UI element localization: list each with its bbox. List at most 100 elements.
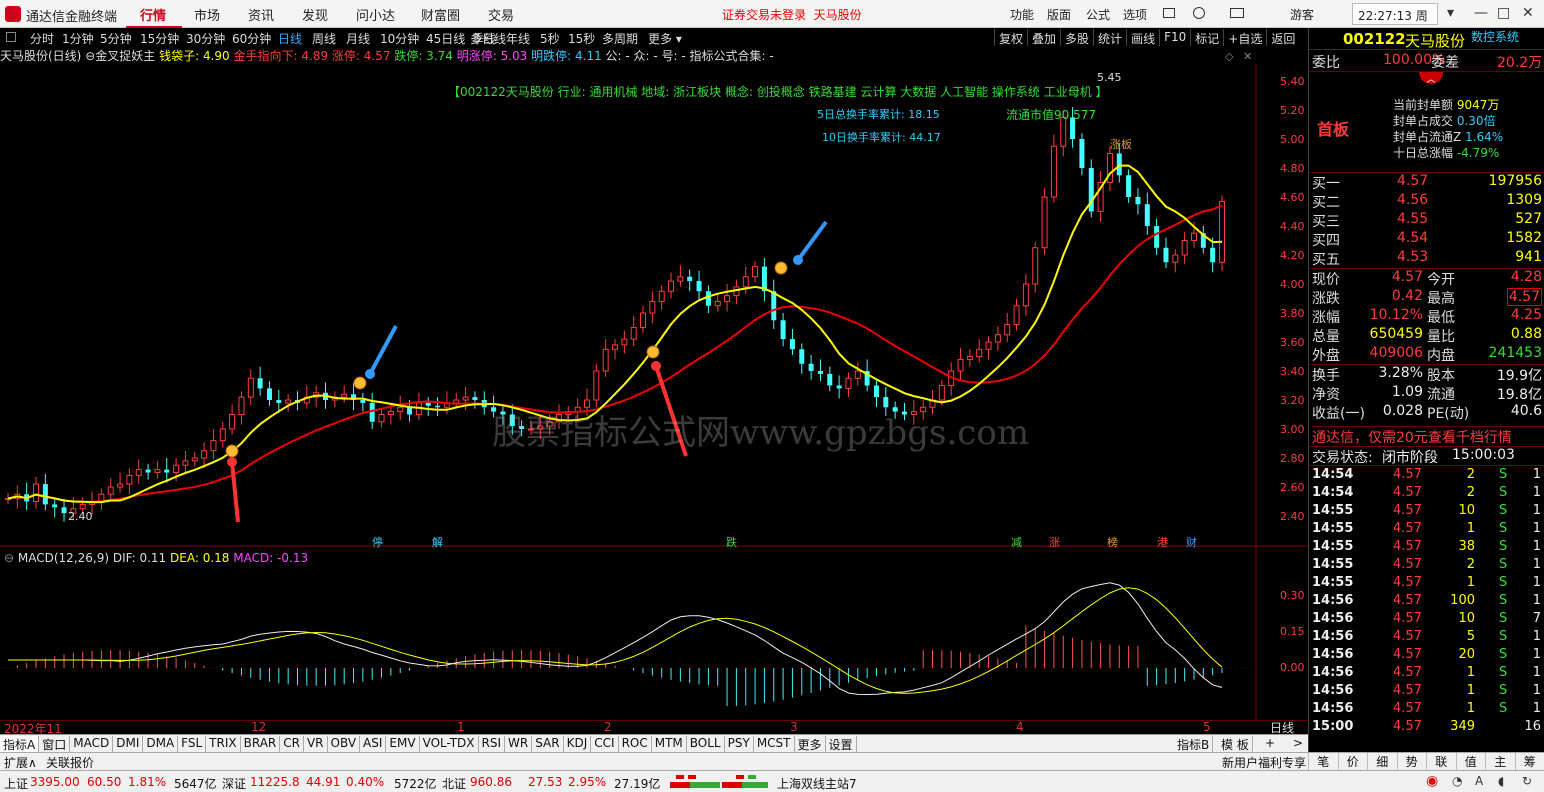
period-15min[interactable]: 15分钟 — [140, 30, 179, 47]
macd-settings-icon[interactable]: ⊖ — [4, 551, 14, 565]
tool-tongji[interactable]: 统计 — [1093, 29, 1126, 46]
promo-link[interactable]: 新用户福利专享 — [1222, 754, 1306, 771]
itab-next[interactable]: > — [1290, 736, 1306, 752]
sync-icon[interactable]: ↻ — [1522, 774, 1532, 788]
event-marker-bang[interactable]: 榜 — [1107, 534, 1118, 550]
menu-xuanxiang[interactable]: 选项 — [1123, 6, 1147, 23]
itab-wr[interactable]: WR — [505, 736, 533, 752]
event-marker-die[interactable]: 跌 — [726, 534, 737, 550]
panel-tab-jia[interactable]: 价 — [1337, 753, 1368, 771]
period-more[interactable]: 更多 — [648, 32, 672, 46]
period-more-chevron-icon[interactable]: ▾ — [676, 32, 682, 46]
event-marker-jie[interactable]: 解 — [432, 534, 443, 550]
period-30min[interactable]: 30分钟 — [186, 30, 225, 47]
tick-list[interactable]: 14:54 4.57 2 S 1 14:54 4.57 2 S 1 14:55 4.57 10 S 1 14:… — [1309, 467, 1544, 737]
event-marker-zhang[interactable]: 涨 — [1049, 534, 1060, 550]
itab-roc[interactable]: ROC — [619, 736, 652, 752]
period-45day[interactable]: 45日线 — [426, 30, 465, 47]
itab-dmi[interactable]: DMI — [113, 736, 144, 752]
menu-icon[interactable] — [1163, 8, 1175, 18]
itab-fsl[interactable]: FSL — [178, 736, 207, 752]
volume-icon[interactable]: ◖ — [1498, 774, 1504, 788]
itab-cr[interactable]: CR — [280, 736, 304, 752]
period-year[interactable]: 年线 — [506, 30, 540, 47]
period-1min[interactable]: 1分钟 — [62, 30, 94, 47]
itab-more[interactable]: 更多 — [795, 736, 826, 752]
event-marker-cai[interactable]: 财 — [1186, 534, 1197, 550]
tab-caifuquan[interactable]: 财富圈 — [421, 5, 460, 24]
tab-jiaoyi[interactable]: 交易 — [488, 5, 514, 24]
panel-tab-zhi[interactable]: 值 — [1455, 753, 1486, 771]
sz-label[interactable]: 深证 — [222, 775, 246, 792]
tab-hangqing[interactable]: 行情 — [140, 5, 166, 24]
buy-row[interactable]: 买二 4.56 1309 — [1309, 192, 1544, 211]
bz-label[interactable]: 北证 — [442, 775, 466, 792]
login-notice[interactable]: 证券交易未登录 天马股份 — [722, 6, 862, 23]
tab-shichang[interactable]: 市场 — [194, 5, 220, 24]
tool-duogu[interactable]: 多股 — [1060, 29, 1093, 46]
period-60min[interactable]: 60分钟 — [232, 30, 271, 47]
tab-zixun[interactable]: 资讯 — [248, 5, 274, 24]
text-size-icon[interactable]: A — [1475, 774, 1483, 788]
itab-brar[interactable]: BRAR — [241, 736, 281, 752]
itab-emv[interactable]: EMV — [386, 736, 420, 752]
panel-tab-bi[interactable]: 笔 — [1308, 753, 1338, 771]
period-monthly[interactable]: 月线 — [346, 30, 370, 47]
event-marker-gang[interactable]: 港 — [1157, 534, 1168, 550]
period-10min[interactable]: 10分钟 — [380, 30, 419, 47]
itab-cci[interactable]: CCI — [591, 736, 619, 752]
related-quote-button[interactable]: 关联报价 — [46, 754, 94, 771]
itab-vol-tdx[interactable]: VOL-TDX — [420, 736, 479, 752]
panel-tab-chou[interactable]: 筹 — [1514, 753, 1544, 771]
itab-vr[interactable]: VR — [304, 736, 328, 752]
menu-gongshi[interactable]: 公式 — [1086, 6, 1110, 23]
buy-row[interactable]: 买一 4.57 197956 — [1309, 173, 1544, 192]
tool-zixuan[interactable]: +自选 — [1223, 29, 1266, 46]
itab-kdj[interactable]: KDJ — [564, 736, 592, 752]
itab-asi[interactable]: ASI — [360, 736, 387, 752]
collapse-up-icon[interactable]: ︿ — [1419, 72, 1443, 85]
itab-obv[interactable]: OBV — [328, 736, 361, 752]
panel-tab-zhu[interactable]: 主 — [1485, 753, 1515, 771]
period-multi[interactable]: 多周期 — [602, 30, 648, 47]
tool-f10[interactable]: F10 — [1159, 29, 1190, 46]
period-5s[interactable]: 5秒 — [540, 30, 568, 47]
itab-zhibiaoA[interactable]: 指标A — [0, 736, 40, 752]
panel-tab-shi[interactable]: 势 — [1396, 753, 1427, 771]
minimize-icon[interactable]: — — [1474, 5, 1488, 21]
itab-chuangkou[interactable]: 窗口 — [39, 736, 71, 752]
period-daily[interactable]: 日线 — [278, 30, 302, 47]
macd-title[interactable]: MACD(12,26,9) — [18, 551, 109, 565]
event-marker-jian[interactable]: 减 — [1011, 534, 1022, 550]
close-icon[interactable]: ✕ — [1522, 5, 1534, 21]
clock-icon[interactable]: ◔ — [1452, 774, 1462, 788]
panel-tab-lian[interactable]: 联 — [1426, 753, 1456, 771]
menu-gongneng[interactable]: 功能 — [1010, 6, 1034, 23]
itab-rsi[interactable]: RSI — [479, 736, 506, 752]
tool-biaoji[interactable]: 标记 — [1190, 29, 1223, 46]
user-icon[interactable] — [1193, 7, 1205, 19]
close-pane-icon[interactable]: ✕ — [1243, 50, 1252, 63]
notification-icon[interactable]: ◉ — [1426, 773, 1438, 789]
period-season[interactable]: 季线 — [472, 30, 506, 47]
period-5min[interactable]: 5分钟 — [100, 30, 132, 47]
formula-name-icon[interactable]: ⊖ — [85, 49, 95, 63]
upgrade-ad[interactable]: 通达信，仅需20元查看千档行情 — [1312, 426, 1544, 447]
formula-name[interactable]: 金叉捉妖主 — [95, 49, 155, 63]
itab-zhibiaoB[interactable]: 指标B — [1174, 736, 1214, 752]
sh-label[interactable]: 上证 — [4, 775, 28, 792]
itab-boll[interactable]: BOLL — [687, 736, 725, 752]
tool-fuquan[interactable]: 复权 — [994, 29, 1027, 46]
buy-row[interactable]: 买四 4.54 1582 — [1309, 230, 1544, 249]
tool-huaxian[interactable]: 画线 — [1126, 29, 1159, 46]
itab-settings[interactable]: 设置 — [826, 736, 857, 752]
period-15s[interactable]: 15秒 — [568, 30, 602, 47]
tool-diejia[interactable]: 叠加 — [1027, 29, 1060, 46]
itab-template[interactable]: 模 板 — [1218, 736, 1253, 752]
expand-button[interactable]: 扩展∧ — [4, 754, 37, 771]
itab-psy[interactable]: PSY — [725, 736, 754, 752]
period-weekly[interactable]: 周线 — [312, 30, 336, 47]
user-name[interactable]: 游客 — [1290, 6, 1314, 23]
collapse-icon[interactable]: ◇ — [1225, 50, 1233, 63]
event-marker-ting[interactable]: 停 — [372, 534, 383, 550]
